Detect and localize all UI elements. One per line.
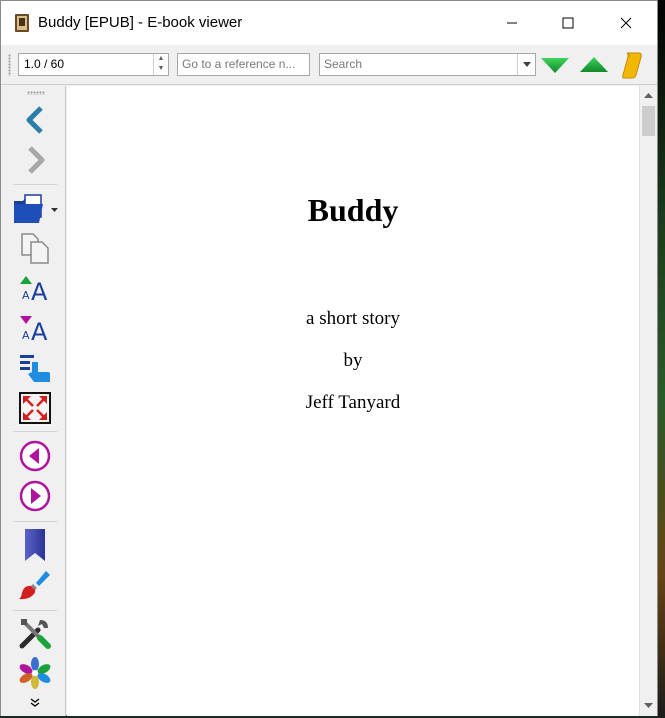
sidebar-grip[interactable]: [27, 91, 45, 95]
svg-text:A: A: [31, 278, 48, 303]
bookmark-button[interactable]: [13, 526, 57, 564]
bookmark-icon: [25, 529, 45, 561]
lookup-button[interactable]: [619, 51, 645, 79]
reference-input[interactable]: Go to a reference n...: [177, 53, 310, 76]
font-size-larger-button[interactable]: A A: [13, 269, 57, 307]
minimize-button[interactable]: [483, 1, 541, 45]
back-button[interactable]: [13, 101, 57, 139]
find-previous-icon: [580, 57, 608, 72]
separator: [13, 184, 57, 185]
svg-text:A: A: [22, 289, 30, 302]
toolbar-grip[interactable]: [8, 54, 11, 76]
scroll-up-icon[interactable]: [640, 87, 657, 104]
more-chevron-icon: [30, 698, 40, 707]
desktop-background: [658, 0, 665, 718]
window-title: Buddy [EPUB] - E-book viewer: [38, 14, 243, 31]
search-dropdown-button[interactable]: [517, 54, 535, 75]
search-placeholder: Search: [324, 57, 363, 71]
preferences-button[interactable]: [13, 614, 57, 652]
font-size-larger-icon: A A: [20, 276, 48, 303]
position-spinbox[interactable]: 1.0 / 60 ▲ ▼: [18, 53, 169, 76]
table-of-contents-button[interactable]: [13, 349, 57, 387]
scrollbar-thumb[interactable]: [642, 106, 655, 136]
svg-text:A: A: [22, 329, 30, 342]
find-next-icon: [541, 58, 569, 73]
book-author: Jeff Tanyard: [305, 392, 401, 413]
theme-brush-icon: [19, 571, 50, 600]
search-input[interactable]: Search: [319, 53, 536, 76]
book-page[interactable]: Buddy a short story by Jeff Tanyard: [67, 86, 639, 716]
top-toolbar: 1.0 / 60 ▲ ▼ Go to a reference n... Sear…: [1, 45, 657, 85]
left-toolbar: A A A A: [1, 86, 66, 716]
spin-up-icon[interactable]: ▲: [154, 54, 168, 64]
maximize-button[interactable]: [539, 1, 597, 45]
separator: [13, 431, 57, 432]
book-title: Buddy: [307, 192, 399, 228]
book-subtitle: a short story: [306, 308, 400, 329]
spin-down-icon[interactable]: ▼: [154, 64, 168, 74]
book-by: by: [343, 350, 363, 371]
separator: [13, 610, 57, 611]
copy-button[interactable]: [13, 229, 57, 267]
find-previous-button[interactable]: [579, 51, 609, 79]
fullscreen-icon: [19, 392, 51, 424]
scroll-down-icon[interactable]: [640, 697, 657, 714]
app-book-icon: [13, 13, 31, 33]
scroll-icon: [622, 52, 642, 79]
font-size-smaller-icon: A A: [20, 316, 48, 343]
position-value: 1.0 / 60: [24, 57, 65, 71]
next-page-button[interactable]: [13, 477, 57, 515]
close-button[interactable]: [597, 1, 655, 45]
spin-arrows[interactable]: ▲ ▼: [153, 54, 168, 75]
find-next-button[interactable]: [540, 51, 570, 79]
preferences-icon: [19, 619, 51, 649]
previous-page-icon: [19, 440, 51, 472]
vertical-scrollbar[interactable]: [639, 86, 657, 716]
back-icon: [26, 106, 43, 134]
forward-button[interactable]: [13, 141, 57, 179]
fullscreen-button[interactable]: [13, 389, 57, 427]
chevron-down-icon: [522, 62, 531, 67]
svg-text:A: A: [31, 318, 48, 343]
forward-icon: [28, 146, 45, 174]
copy-icon: [21, 233, 49, 264]
separator: [13, 521, 57, 522]
open-book-icon: [14, 194, 58, 223]
next-page-icon: [19, 480, 51, 512]
theme-button[interactable]: [13, 566, 57, 604]
title-bar: Buddy [EPUB] - E-book viewer: [1, 1, 657, 45]
table-of-contents-icon: [20, 355, 50, 382]
calibre-logo-icon: [19, 657, 51, 689]
more-tools-button[interactable]: [13, 692, 57, 714]
calibre-button[interactable]: [13, 654, 57, 692]
font-size-smaller-button[interactable]: A A: [13, 309, 57, 347]
ebook-viewer-window: Buddy [EPUB] - E-book viewer 1.0 / 60 ▲ …: [0, 0, 658, 716]
open-book-button[interactable]: [9, 189, 63, 227]
previous-page-button[interactable]: [13, 437, 57, 475]
